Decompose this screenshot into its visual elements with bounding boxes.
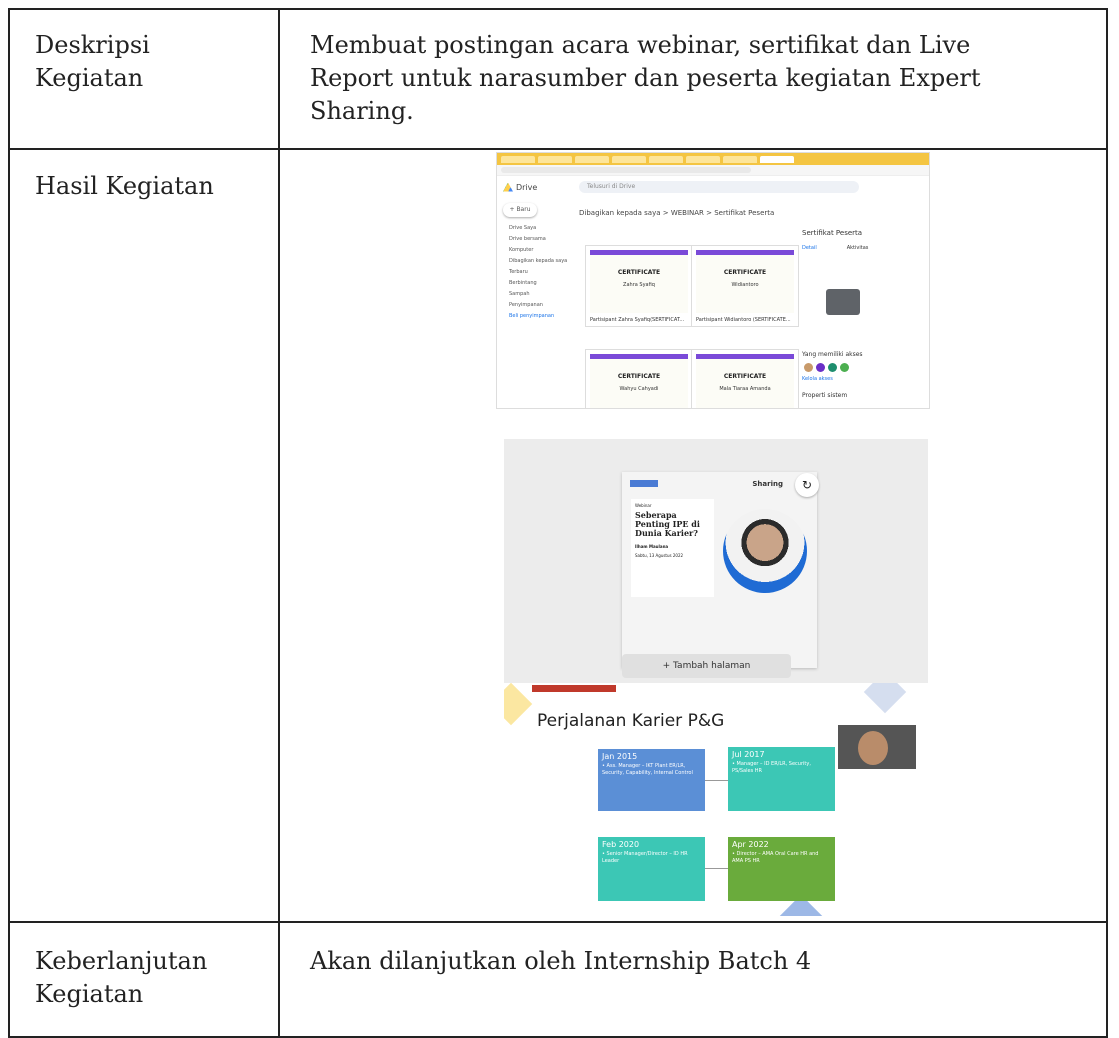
certificate-file[interactable]: CERTIFICATE Wahyu Cahyadi <box>585 349 693 408</box>
decor-shape <box>504 683 533 726</box>
brand-label: Sharing <box>752 480 783 488</box>
poster-card: Webinar Seberapa Penting IPE di Dunia Ka… <box>631 499 714 597</box>
manage-access-link[interactable]: Kelola akses <box>802 376 833 382</box>
speaker-name: Ilham Maulana <box>635 544 669 549</box>
career-box: Jan 2015 • Ass. Manager – IKT Plant ER/LR… <box>598 749 705 811</box>
avatar <box>840 363 849 372</box>
drive-header: Drive Telusuri di Drive <box>497 177 929 197</box>
sidebar-item[interactable]: Berbintang <box>497 278 575 289</box>
certificate-file[interactable]: CERTIFICATE Widiantoro Partisipant Widian… <box>691 245 799 327</box>
presenter-video <box>838 725 916 769</box>
speaker-photo <box>723 509 807 593</box>
certificate-file[interactable]: CERTIFICATE Zahra Syafiq Partisipant Zahr… <box>585 245 693 327</box>
arrow <box>705 868 728 869</box>
add-page-button[interactable]: + Tambah halaman <box>622 654 791 678</box>
row-keberlanjutan: Keberlanjutan Kegiatan Akan dilanjutkan … <box>10 923 1106 1038</box>
row-value: Membuat postingan acara webinar, sertifi… <box>310 31 981 125</box>
sidebar-item[interactable]: Penyimpanan <box>497 300 575 311</box>
breadcrumb[interactable]: Dibagikan kepada saya > WEBINAR > Sertif… <box>579 209 774 217</box>
drive-screenshot: Drive Telusuri di Drive + Baru Drive Say… <box>496 152 930 409</box>
logo-icon <box>630 480 658 487</box>
career-box: Jul 2017 • Manager – ID ER/LR, Security, … <box>728 747 835 811</box>
poster-eyebrow: Webinar <box>635 503 652 508</box>
sidebar-item[interactable]: Dibagikan kepada saya <box>497 256 575 267</box>
poster-title: Seberapa Penting IPE di Dunia Karier? <box>635 510 700 538</box>
details-panel: Sertifikat Peserta Detail Aktivitas Yang… <box>802 229 912 408</box>
sidebar-item[interactable]: Drive Saya <box>497 223 575 234</box>
panel-title: Sertifikat Peserta <box>802 229 863 237</box>
sidebar-item[interactable]: Drive bersama <box>497 234 575 245</box>
event-date: Sabtu, 13 Agustus 2022 <box>635 553 684 558</box>
sidebar-item[interactable]: Terbaru <box>497 267 575 278</box>
row-label: Deskripsi Kegiatan <box>35 31 150 92</box>
refresh-icon[interactable]: ↻ <box>795 473 819 497</box>
row-value: Akan dilanjutkan oleh Internship Batch 4 <box>310 947 812 975</box>
tab-detail[interactable]: Detail <box>802 245 817 251</box>
certificate-file[interactable]: CERTIFICATE Mala Tiaraa Amanda <box>691 349 799 408</box>
arrow <box>705 780 728 781</box>
career-box: Feb 2020 • Senior Manager/Director – ID H… <box>598 837 705 901</box>
shared-folder-icon <box>826 289 860 315</box>
buy-storage-link[interactable]: Beli penyimpanan <box>497 311 575 322</box>
sidebar-item[interactable]: Komputer <box>497 245 575 256</box>
decor-shape <box>863 683 907 714</box>
toolbar-strip <box>532 685 616 692</box>
row-deskripsi: Deskripsi Kegiatan Membuat postingan aca… <box>10 10 1106 150</box>
drive-logo-icon <box>503 182 513 192</box>
drive-search-input[interactable]: Telusuri di Drive <box>579 181 859 193</box>
system-props-label: Properti sistem <box>802 392 848 399</box>
webinar-poster: Sharing Webinar Seberapa Penting IPE di … <box>622 472 817 668</box>
tab-activity[interactable]: Aktivitas <box>847 245 869 251</box>
career-box: Apr 2022 • Director – AMA Oral Care HR an… <box>728 837 835 901</box>
row-label: Keberlanjutan Kegiatan <box>35 947 208 1008</box>
row-label: Hasil Kegiatan <box>35 172 214 200</box>
avatar <box>804 363 813 372</box>
drive-sidebar: + Baru Drive Saya Drive bersama Komputer… <box>497 201 575 408</box>
slide-screenshot: Perjalanan Karier P&G Jan 2015 • Ass. Man… <box>504 683 928 916</box>
avatar <box>828 363 837 372</box>
canva-screenshot: Sharing Webinar Seberapa Penting IPE di … <box>504 439 928 683</box>
browser-tabbar <box>497 153 929 165</box>
access-label: Yang memiliki akses <box>802 351 863 358</box>
sidebar-item[interactable]: Sampah <box>497 289 575 300</box>
browser-urlbar <box>497 165 929 176</box>
avatar <box>816 363 825 372</box>
new-button[interactable]: + Baru <box>503 203 537 217</box>
drive-app-name: Drive <box>516 182 538 192</box>
slide-title: Perjalanan Karier P&G <box>537 711 725 731</box>
